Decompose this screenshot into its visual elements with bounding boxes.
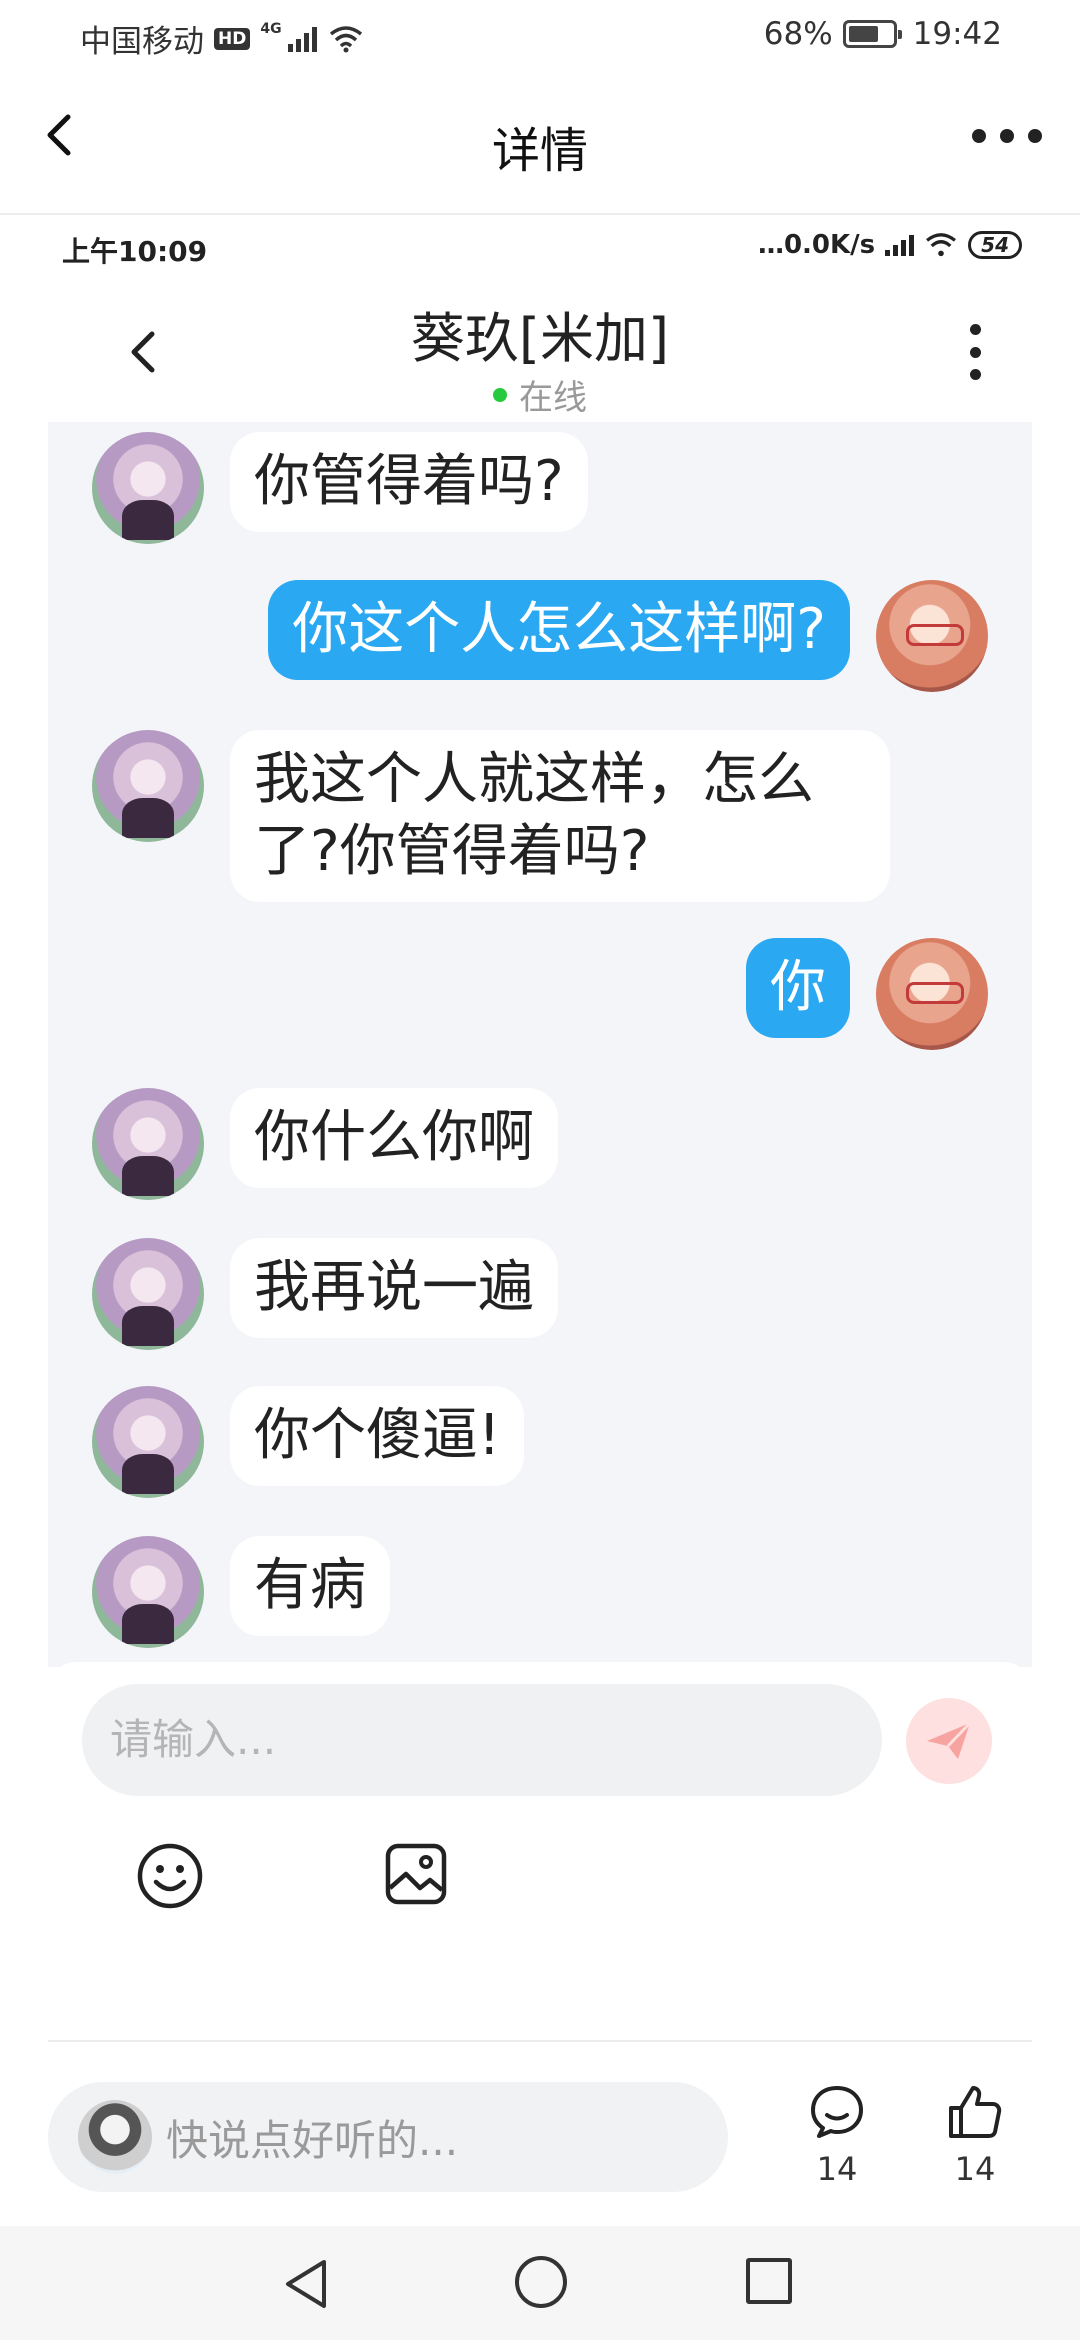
inner-wifi-icon bbox=[926, 233, 957, 257]
send-icon bbox=[927, 1721, 972, 1759]
battery-icon bbox=[842, 20, 902, 48]
message-incoming: 我这个人就这样，怎么了?你管得着吗? bbox=[92, 730, 890, 902]
system-recents-icon[interactable] bbox=[746, 2258, 792, 2304]
system-back-icon[interactable] bbox=[280, 2256, 332, 2312]
comment-input[interactable]: 快说点好听的... bbox=[48, 2082, 728, 2192]
message-outgoing: 你这个人怎么这样啊? bbox=[268, 580, 988, 692]
chat-header: 葵玖[米加] 在线 bbox=[48, 280, 1032, 420]
system-home-icon[interactable] bbox=[515, 2256, 567, 2308]
online-status: 在线 bbox=[48, 370, 1032, 419]
message-incoming: 有病 bbox=[92, 1536, 390, 1648]
inner-clock: 上午10:09 bbox=[62, 235, 208, 268]
message-bubble[interactable]: 你 bbox=[746, 938, 850, 1038]
inner-status-bar: 上午10:09 …0.0K/s 54 bbox=[62, 230, 1022, 270]
image-icon[interactable] bbox=[384, 1842, 448, 1906]
carrier-label: 中国移动 bbox=[80, 24, 204, 60]
status-right: 68% 19:42 bbox=[764, 16, 1002, 52]
my-avatar[interactable] bbox=[876, 580, 988, 692]
chat-input-panel: 请输入... bbox=[48, 1662, 1032, 2042]
network-type: 4G bbox=[260, 20, 282, 37]
message-bubble[interactable]: 我这个人就这样，怎么了?你管得着吗? bbox=[230, 730, 890, 902]
inner-signal-icon bbox=[885, 234, 915, 256]
contact-avatar[interactable] bbox=[92, 1088, 204, 1200]
contact-avatar[interactable] bbox=[92, 1536, 204, 1648]
thumbs-up-icon bbox=[949, 2086, 1002, 2138]
contact-avatar[interactable] bbox=[92, 730, 204, 842]
like-count: 14 bbox=[954, 2150, 996, 2188]
message-incoming: 我再说一遍 bbox=[92, 1238, 558, 1350]
inner-battery-icon: 54 bbox=[968, 231, 1022, 259]
send-button[interactable] bbox=[906, 1698, 992, 1784]
emoji-icon[interactable] bbox=[136, 1842, 204, 1910]
user-avatar bbox=[78, 2100, 152, 2174]
message-bubble[interactable]: 你这个人怎么这样啊? bbox=[268, 580, 850, 680]
message-bubble[interactable]: 你个傻逼! bbox=[230, 1386, 525, 1486]
comment-placeholder: 快说点好听的... bbox=[166, 2115, 459, 2165]
more-options-icon[interactable] bbox=[972, 129, 1042, 145]
chat-contact-name: 葵玖[米加] bbox=[410, 307, 670, 370]
message-input[interactable]: 请输入... bbox=[82, 1684, 882, 1796]
like-button[interactable]: 14 bbox=[930, 2082, 1020, 2188]
my-avatar[interactable] bbox=[876, 938, 988, 1050]
comment-count: 14 bbox=[816, 2150, 858, 2188]
comment-bar: 快说点好听的... 14 14 bbox=[0, 2046, 1080, 2226]
message-incoming: 你什么你啊 bbox=[92, 1088, 558, 1200]
message-incoming: 你个傻逼! bbox=[92, 1386, 525, 1498]
comment-count-button[interactable]: 14 bbox=[792, 2082, 882, 2188]
online-status-label: 在线 bbox=[519, 378, 587, 418]
signal-icon bbox=[287, 26, 317, 52]
message-outgoing: 你 bbox=[746, 938, 988, 1050]
message-incoming: 你管得着吗? bbox=[92, 432, 588, 544]
battery-fill bbox=[848, 26, 878, 42]
page-title: 详情 bbox=[491, 123, 588, 179]
chat-more-icon[interactable] bbox=[968, 324, 982, 380]
status-bar: 中国移动 HD 4G 68% 19:42 bbox=[0, 0, 1080, 75]
message-bubble[interactable]: 我再说一遍 bbox=[230, 1238, 558, 1338]
status-left: 中国移动 HD 4G bbox=[80, 16, 363, 61]
top-nav-bar: 详情 bbox=[0, 75, 1080, 215]
hd-badge: HD bbox=[214, 27, 251, 50]
message-bubble[interactable]: 你什么你啊 bbox=[230, 1088, 558, 1188]
chat-message-list[interactable]: 你管得着吗? 你这个人怎么这样啊? 我这个人就这样，怎么了?你管得着吗? 你 你… bbox=[48, 422, 1032, 1667]
contact-avatar[interactable] bbox=[92, 1238, 204, 1350]
system-nav-bar bbox=[0, 2226, 1080, 2340]
contact-avatar[interactable] bbox=[92, 1386, 204, 1498]
network-speed: …0.0K/s bbox=[757, 230, 876, 260]
online-dot-icon bbox=[493, 387, 507, 402]
contact-avatar[interactable] bbox=[92, 432, 204, 544]
comment-icon bbox=[811, 2086, 863, 2138]
wifi-icon bbox=[329, 25, 362, 52]
inner-status-right: …0.0K/s 54 bbox=[758, 230, 1022, 260]
battery-percent: 68% bbox=[763, 16, 833, 52]
clock: 19:42 bbox=[912, 16, 1002, 52]
message-bubble[interactable]: 有病 bbox=[230, 1536, 390, 1636]
message-bubble[interactable]: 你管得着吗? bbox=[230, 432, 588, 532]
